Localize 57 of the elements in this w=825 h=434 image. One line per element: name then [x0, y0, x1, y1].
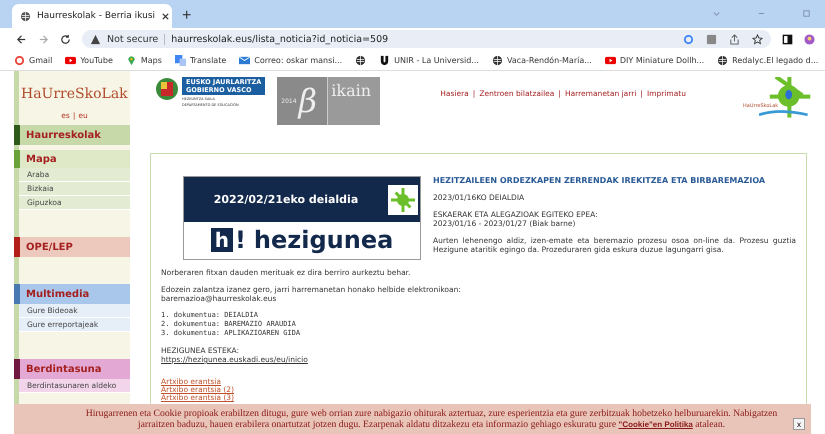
- article-title: HEZITZAILEEN ORDEZKAPEN ZERRENDAK IREKITZEA ETA BIRBAREMAZIOA: [433, 176, 766, 185]
- coat-of-arms-icon: [155, 77, 179, 101]
- globe-icon: [492, 54, 503, 66]
- close-icon[interactable]: [161, 12, 170, 20]
- star-icon[interactable]: [752, 34, 763, 44]
- bookmark-label: YouTube: [80, 56, 113, 64]
- back-arrow-icon[interactable]: [16, 34, 27, 44]
- globe-icon: [20, 10, 31, 22]
- play-icon: [65, 54, 76, 66]
- play-icon: [604, 54, 616, 66]
- bookmark-label: Redalyc.El legado d...: [732, 56, 818, 64]
- sidebar-section-heading[interactable]: Multimedia: [14, 284, 130, 304]
- url-text: haurreskolak.eus/lista_noticia?id_noticia=509: [171, 34, 388, 44]
- sidebar-section-heading[interactable]: Haurreskolak: [14, 125, 130, 145]
- address-bar[interactable]: Not secure haurreskolak.eus/lista_noticia?id_noticia=509: [82, 30, 771, 48]
- bookmark[interactable]: Translate: [174, 54, 226, 66]
- globe-icon: [355, 54, 366, 66]
- banner-date: 2022/02/21eko deialdia: [212, 193, 360, 206]
- bookmark[interactable]: Vaca-Rendón-María...: [492, 54, 592, 66]
- bookmark-label: Maps: [140, 56, 162, 64]
- bookmark-label: Vaca-Rendón-María...: [506, 56, 592, 64]
- browser-tab[interactable]: Haurreskolak - Berria ikusi: [12, 4, 172, 28]
- bookmark-label: DIY Miniature Dollh...: [620, 56, 704, 64]
- globe-icon: [717, 54, 728, 66]
- cookie-policy-link[interactable]: "Cookie"en Politika: [618, 420, 693, 429]
- logo-name: ikain: [327, 77, 380, 125]
- sidebar-icon[interactable]: [782, 34, 793, 44]
- bookmark[interactable]: Gmail: [14, 54, 52, 66]
- sidebar-section-heading[interactable]: Mapa: [14, 150, 130, 168]
- bookmark-label: UNIR - La Universid...: [394, 56, 479, 64]
- mail-icon: [239, 54, 250, 66]
- brand-logo: h ! hezigunea: [184, 222, 420, 258]
- bookmark[interactable]: Correo: oskar mansi...: [239, 54, 342, 66]
- logo-mark: β: [298, 82, 318, 120]
- warning-icon: [90, 34, 101, 44]
- cookie-notice: Hirugarrenen eta Cookie propioak erabiltzen ditugu, gure web orrian zure nabigazio ohiturak aztertuaz, zure esperientzia eta gure zerbitzuak hobetzeko helburuarekin. Nabigatzen jarraitzen baduzu, hauen erabilera onartutzat jotzen dugu. Ezarpenak aldatu ditzakezu eta informazio gehiago eskuratu gure "Cookie"en Politika atalean.: [84, 408, 778, 430]
- bookmark-label: Translate: [190, 56, 226, 64]
- bookmark[interactable]: Maps: [126, 54, 162, 66]
- bookmark-label: Correo: oskar mansi...: [254, 56, 342, 64]
- not-secure-label: Not secure: [107, 34, 166, 44]
- bookmark[interactable]: DIY Miniature Dollh...: [604, 54, 704, 66]
- sidebar-section-heading[interactable]: OPE/LEP: [14, 237, 130, 257]
- u-logo-icon: [379, 54, 390, 66]
- sidebar-section-heading[interactable]: Berdintasuna: [14, 359, 130, 379]
- close-button[interactable]: x: [793, 418, 805, 430]
- new-tab-button[interactable]: +: [178, 4, 196, 28]
- tab-title: Haurreskolak - Berria ikusi: [37, 11, 156, 21]
- bookmark[interactable]: [355, 54, 366, 66]
- bookmark-label: Gmail: [29, 56, 52, 64]
- share-icon[interactable]: [729, 34, 740, 44]
- reload-icon[interactable]: [60, 34, 71, 44]
- bookmark[interactable]: YouTube: [65, 54, 113, 66]
- profile-avatar-icon[interactable]: [804, 34, 815, 44]
- site-logo[interactable]: HaUrreSkoLak: [19, 83, 128, 105]
- map-pin-icon: [126, 54, 137, 66]
- bookmark[interactable]: UNIR - La Universid...: [379, 54, 479, 66]
- bookmark[interactable]: Redalyc.El legado d...: [717, 54, 818, 66]
